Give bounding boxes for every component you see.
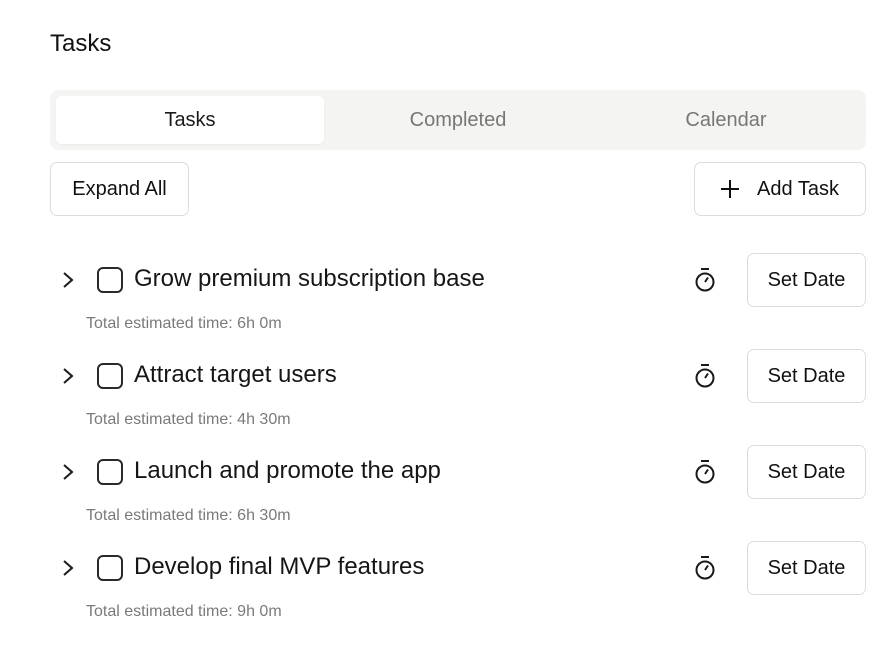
page-title: Tasks — [50, 30, 112, 57]
task-row: Launch and promote the app Set Date — [50, 445, 866, 499]
set-date-label: Set Date — [767, 364, 846, 387]
task-row: Develop final MVP features Set Date — [50, 541, 866, 595]
tab-completed[interactable]: Completed — [324, 96, 592, 144]
add-task-button[interactable]: Add Task — [694, 162, 866, 216]
estimated-time: Total estimated time: 4h 30m — [86, 411, 291, 428]
task-title: Launch and promote the app — [134, 457, 441, 484]
expand-all-label: Expand All — [72, 177, 167, 200]
set-date-label: Set Date — [767, 268, 846, 291]
chevron-right-icon[interactable] — [58, 268, 78, 292]
set-date-button[interactable]: Set Date — [747, 445, 866, 499]
task-checkbox[interactable] — [97, 459, 123, 485]
task-title: Grow premium subscription base — [134, 265, 485, 292]
set-date-button[interactable]: Set Date — [747, 349, 866, 403]
add-task-label: Add Task — [757, 177, 839, 200]
estimated-time: Total estimated time: 6h 30m — [86, 507, 291, 524]
task-checkbox[interactable] — [97, 363, 123, 389]
expand-all-button[interactable]: Expand All — [50, 162, 189, 216]
tab-calendar[interactable]: Calendar — [592, 96, 860, 144]
set-date-button[interactable]: Set Date — [747, 253, 866, 307]
tasks-page: Tasks Tasks Completed Calendar Expand Al… — [0, 0, 889, 671]
set-date-label: Set Date — [767, 556, 846, 579]
chevron-right-icon[interactable] — [58, 460, 78, 484]
set-date-label: Set Date — [767, 460, 846, 483]
plus-icon — [721, 180, 740, 198]
task-item: Develop final MVP features Set Date Tota… — [50, 541, 866, 637]
task-row: Grow premium subscription base Set Date — [50, 253, 866, 307]
task-checkbox[interactable] — [97, 267, 123, 293]
task-item: Grow premium subscription base Set Date … — [50, 253, 866, 349]
stopwatch-icon[interactable] — [693, 363, 717, 389]
estimated-time: Total estimated time: 9h 0m — [86, 603, 282, 620]
task-title: Attract target users — [134, 361, 337, 388]
chevron-right-icon[interactable] — [58, 556, 78, 580]
tab-bar: Tasks Completed Calendar — [50, 90, 866, 150]
task-checkbox[interactable] — [97, 555, 123, 581]
estimated-time: Total estimated time: 6h 0m — [86, 315, 282, 332]
task-item: Attract target users Set Date Total esti… — [50, 349, 866, 445]
stopwatch-icon[interactable] — [693, 267, 717, 293]
stopwatch-icon[interactable] — [693, 459, 717, 485]
chevron-right-icon[interactable] — [58, 364, 78, 388]
task-row: Attract target users Set Date — [50, 349, 866, 403]
task-item: Launch and promote the app Set Date Tota… — [50, 445, 866, 541]
stopwatch-icon[interactable] — [693, 555, 717, 581]
task-title: Develop final MVP features — [134, 553, 425, 580]
tab-tasks[interactable]: Tasks — [56, 96, 324, 144]
set-date-button[interactable]: Set Date — [747, 541, 866, 595]
